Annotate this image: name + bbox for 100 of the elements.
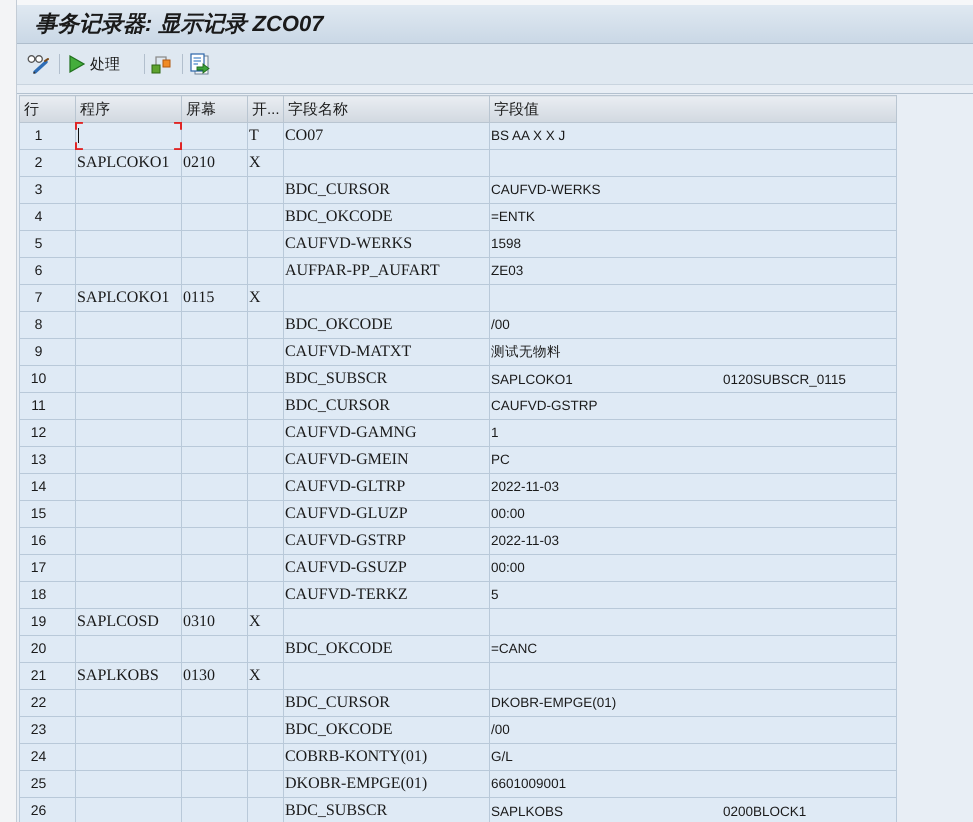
- field-value: 2022-11-03: [491, 479, 560, 494]
- field-value: 1598: [491, 236, 522, 251]
- field-value: 00:00: [491, 560, 525, 575]
- toolbar-button[interactable]: [27, 54, 49, 74]
- row-number: 26: [30, 802, 46, 818]
- row-number: 18: [30, 586, 46, 602]
- text-cursor: [78, 128, 79, 143]
- field-name: CAUFVD-MATXT: [285, 343, 412, 360]
- field-value: 5: [491, 587, 499, 602]
- field-name: BDC_CURSOR: [285, 181, 390, 198]
- field-name: CAUFVD-GSUZP: [285, 559, 407, 576]
- row-number: 7: [34, 289, 42, 305]
- row-number: 2: [34, 154, 42, 170]
- field-name: BDC_SUBSCR: [285, 802, 388, 819]
- flag-text: X: [249, 154, 261, 171]
- row-number: 6: [34, 262, 42, 278]
- field-value: SAPLKOBS: [491, 804, 564, 818]
- field-name: BDC_OKCODE: [285, 208, 393, 225]
- field-value: ZE03: [491, 263, 524, 278]
- screen-number: 0210: [183, 154, 215, 171]
- field-value: =CANC: [491, 641, 538, 656]
- field-name: BDC_CURSOR: [285, 694, 390, 711]
- field-name: CAUFVD-WERKS: [285, 235, 412, 252]
- row-number: 5: [34, 235, 42, 251]
- process-button[interactable]: 处理: [69, 54, 120, 74]
- field-value: 1: [491, 425, 499, 440]
- row-number: 23: [30, 721, 46, 737]
- row-number: 13: [30, 451, 46, 467]
- field-name: BDC_OKCODE: [285, 316, 393, 333]
- row-number: 12: [30, 424, 46, 440]
- field-value: 6601009001: [491, 776, 566, 791]
- field-value: BS AA X X J: [491, 128, 566, 143]
- program-name: SAPLCOKO1: [77, 289, 170, 306]
- column-header[interactable]: 行: [20, 96, 76, 122]
- field-name: BDC_CURSOR: [285, 397, 390, 414]
- field-value: G/L: [491, 749, 513, 764]
- field-name: CO07: [285, 127, 324, 144]
- field-name: CAUFVD-GMEIN: [285, 451, 409, 468]
- column-header[interactable]: 开...: [248, 96, 284, 122]
- row-number: 22: [30, 694, 46, 710]
- field-name: BDC_OKCODE: [285, 721, 393, 738]
- flag-text: X: [249, 613, 261, 630]
- field-name: DKOBR-EMPGE(01): [285, 775, 428, 792]
- field-name: COBRB-KONTY(01): [285, 748, 428, 765]
- glasses-pencil-icon: [27, 54, 49, 74]
- row-number: 17: [30, 559, 46, 575]
- row-number: 3: [34, 181, 42, 197]
- column-header[interactable]: 字段值: [490, 96, 896, 122]
- row-number: 19: [30, 613, 46, 629]
- flag-text: X: [249, 289, 261, 306]
- row-number: 25: [30, 775, 46, 791]
- row-number: 16: [30, 532, 46, 548]
- field-value: /00: [491, 317, 510, 332]
- field-value: CAUFVD-WERKS: [491, 182, 601, 197]
- toolbar-button[interactable]: [190, 53, 210, 75]
- screen-number: 0310: [183, 613, 215, 630]
- row-number: 14: [30, 478, 46, 494]
- field-name: CAUFVD-GSTRP: [285, 532, 406, 549]
- screen-number: 0130: [183, 667, 215, 684]
- toolbar-button[interactable]: [151, 54, 171, 74]
- field-value: DKOBR-EMPGE(01): [491, 695, 616, 710]
- field-value: CAUFVD-GSTRP: [491, 398, 598, 413]
- row-number: 20: [30, 640, 46, 656]
- field-value: /00: [491, 722, 510, 737]
- play-icon: [69, 55, 85, 73]
- program-name: SAPLCOKO1: [77, 154, 170, 171]
- column-header[interactable]: 字段名称: [284, 96, 490, 122]
- document-arrow-icon: [190, 53, 210, 75]
- field-value: 0120SUBSCR_0115: [723, 372, 846, 386]
- row-number: 9: [34, 343, 42, 359]
- field-name: CAUFVD-GLUZP: [285, 505, 408, 522]
- flag-text: X: [249, 667, 261, 684]
- row-number: 1: [34, 127, 42, 143]
- field-name: BDC_SUBSCR: [285, 370, 388, 387]
- field-value: 0200BLOCK1: [723, 804, 806, 818]
- program-name: SAPLCOSD: [77, 613, 159, 630]
- row-number: 4: [34, 208, 42, 224]
- flag-text: T: [249, 127, 259, 144]
- column-header[interactable]: 程序: [76, 96, 182, 122]
- row-number: 15: [30, 505, 46, 521]
- row-number: 8: [34, 316, 42, 332]
- row-number: 24: [30, 748, 46, 764]
- field-value: SAPLCOKO1: [491, 372, 573, 386]
- field-name: BDC_OKCODE: [285, 640, 393, 657]
- field-name: CAUFVD-TERKZ: [285, 586, 408, 603]
- program-name: SAPLKOBS: [77, 667, 159, 684]
- field-value: PC: [491, 452, 510, 467]
- window-title: 事务记录器: 显示记录 ZCO07: [35, 10, 324, 38]
- field-value: 测试无物料: [491, 344, 561, 359]
- field-value: 00:00: [491, 506, 525, 521]
- row-number: 21: [30, 667, 46, 683]
- screen-number: 0115: [183, 289, 214, 306]
- row-number: 10: [30, 370, 46, 386]
- field-name: CAUFVD-GAMNG: [285, 424, 417, 441]
- column-header[interactable]: 屏幕: [182, 96, 248, 122]
- row-number: 11: [31, 397, 46, 413]
- field-name: AUFPAR-PP_AUFART: [285, 262, 440, 279]
- linked-squares-icon: [151, 54, 171, 74]
- field-value: =ENTK: [491, 209, 535, 224]
- field-name: CAUFVD-GLTRP: [285, 478, 406, 495]
